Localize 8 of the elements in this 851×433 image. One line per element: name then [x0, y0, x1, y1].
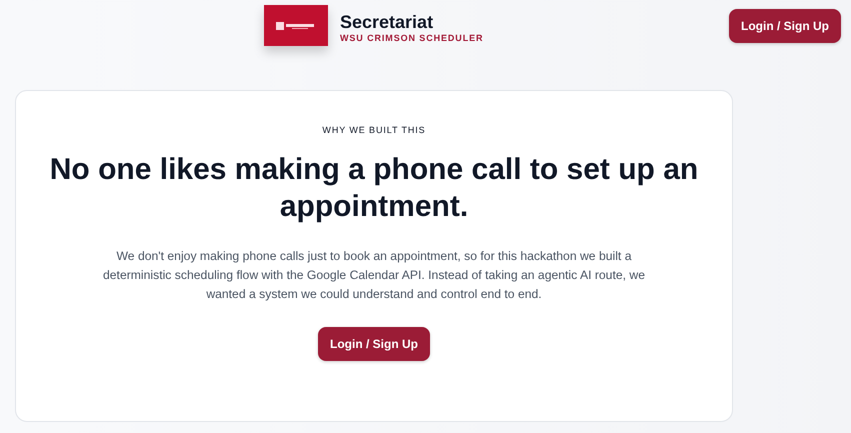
login-button[interactable]: Login / Sign Up — [729, 9, 841, 43]
logo-mark-icon — [276, 20, 316, 30]
brand-title: Secretariat — [340, 12, 434, 32]
eyebrow-label: WHY WE BUILT THIS — [322, 125, 426, 135]
heading: No one likes making a phone call to set up an appointment. — [48, 152, 700, 225]
paragraph: We don't enjoy making phone calls just to book an appointment, so for this hackathon we built a deterministic scheduling flow with the Google Calendar API. Instead of taking an agentic AI route, we wanted a system we could understand and control end to end. — [102, 248, 646, 303]
login-button[interactable]: Login / Sign Up — [318, 327, 430, 361]
brand-subtitle: WSU CRIMSON SCHEDULER — [340, 32, 484, 44]
